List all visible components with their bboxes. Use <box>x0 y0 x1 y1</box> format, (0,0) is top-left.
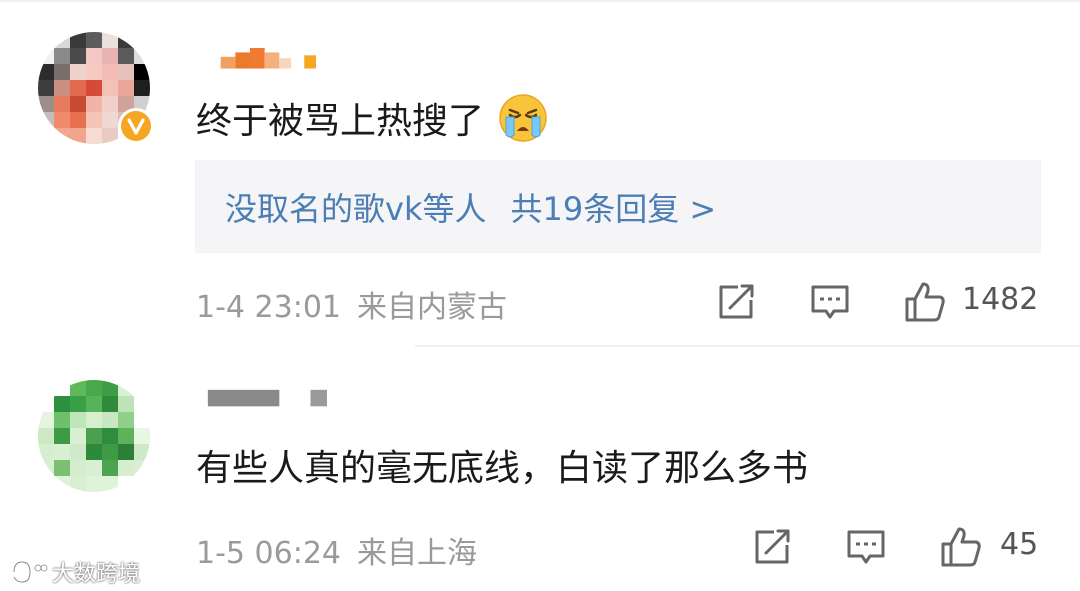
comment-divider <box>415 345 1080 347</box>
replies-summary[interactable]: 没取名的歌vk等人 共19条回复 > <box>195 160 1041 253</box>
watermark: 大数跨境 <box>8 556 140 588</box>
comment-meta: 1-4 23:01 来自内蒙古 <box>196 282 507 326</box>
share-icon[interactable] <box>716 282 756 322</box>
thumbs-up-icon[interactable] <box>904 281 946 323</box>
username-mosaic[interactable] <box>202 48 342 70</box>
avatar[interactable] <box>38 380 150 492</box>
watermark-logo-icon <box>12 560 48 584</box>
reply-count: 共19条回复 > <box>510 189 717 228</box>
watermark-text: 大数跨境 <box>52 562 141 587</box>
comment-icon[interactable] <box>810 282 850 322</box>
comment-location: 来自内蒙古 <box>357 290 507 325</box>
comment-date: 1-5 06:24 <box>196 536 341 571</box>
comment-date: 1-4 23:01 <box>196 290 341 325</box>
username-mosaic[interactable] <box>202 388 342 410</box>
reply-names: 没取名的歌vk等人 <box>225 189 487 228</box>
like-count: 45 <box>1000 527 1039 562</box>
verified-badge <box>118 108 154 144</box>
comment-meta: 1-5 06:24 来自上海 <box>196 528 477 572</box>
comment-item: 终于被骂上热搜了 没取名的歌vk等人 共19条回复 > 1-4 23:01 来自内… <box>0 0 1080 345</box>
share-icon[interactable] <box>752 527 792 567</box>
comment-body: 终于被骂上热搜了 <box>196 90 548 146</box>
verified-v-icon <box>127 118 145 135</box>
comment-text: 终于被骂上热搜了 <box>196 101 485 142</box>
crying-face-icon <box>499 94 547 142</box>
avatar-mosaic <box>38 380 150 492</box>
like-count: 1482 <box>962 282 1039 317</box>
comment-body: 有些人真的毫无底线，白读了那么多书 <box>196 437 808 493</box>
comment-icon[interactable] <box>846 527 886 567</box>
thumbs-up-icon[interactable] <box>940 526 982 568</box>
comment-location: 来自上海 <box>357 536 477 571</box>
comment-text: 有些人真的毫无底线，白读了那么多书 <box>196 448 809 489</box>
